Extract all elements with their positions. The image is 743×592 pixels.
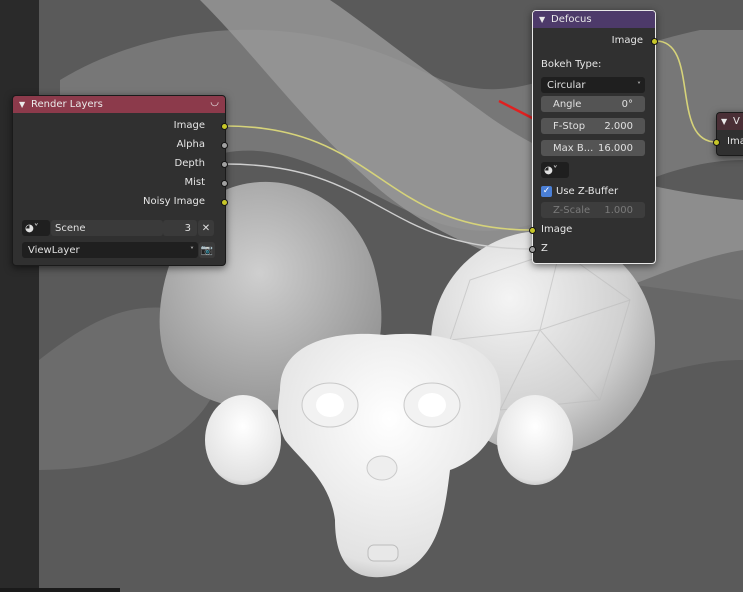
output-depth-label: Depth	[174, 158, 205, 169]
output-depth-row: Depth	[175, 156, 205, 172]
bokeh-type-label-row: Bokeh Type:	[541, 57, 601, 73]
render-layers-title: Render Layers	[31, 99, 103, 110]
angle-value: 0°	[621, 98, 633, 110]
defocus-input-image-socket[interactable]	[529, 227, 536, 234]
fstop-label: F-Stop	[553, 120, 586, 132]
output-mist-socket[interactable]	[221, 180, 228, 187]
fstop-value: 2.000	[604, 120, 633, 132]
viewer-input-image-label: Ima	[727, 136, 743, 147]
viewer-header[interactable]: ▼ V	[717, 113, 743, 130]
output-alpha-label: Alpha	[176, 139, 205, 150]
render-layers-header[interactable]: ▼ Render Layers ◡	[13, 96, 225, 113]
bokeh-type-label: Bokeh Type:	[541, 59, 602, 70]
angle-label: Angle	[553, 98, 582, 110]
scene-name-field[interactable]: Scene	[51, 220, 163, 236]
defocus-input-image-label: Image	[541, 224, 573, 235]
bokeh-type-value: Circular	[547, 79, 586, 91]
viewer-input-image-socket[interactable]	[713, 139, 720, 146]
defocus-input-image-row: Image	[541, 222, 572, 238]
collapse-chevron-icon[interactable]: ▼	[721, 117, 731, 126]
defocus-header[interactable]: ▼ Defocus	[533, 11, 655, 28]
scene-icon: ◕˅	[25, 222, 39, 234]
angle-field[interactable]: Angle 0°	[541, 96, 645, 112]
max-blur-value: 16.000	[598, 142, 633, 154]
use-zbuffer-label: Use Z-Buffer	[556, 185, 619, 197]
view-layer-dropdown[interactable]: ViewLayer ˅	[22, 242, 198, 258]
scene-camera-dropdown[interactable]: ◕˅	[541, 162, 569, 178]
viewer-node[interactable]: ▼ V Ima	[713, 112, 743, 156]
close-icon: ✕	[201, 222, 211, 234]
render-layer-button[interactable]: 📷	[199, 242, 215, 258]
render-icon: 📷	[200, 244, 214, 256]
defocus-input-z-row: Z	[541, 241, 548, 257]
output-noisy-image-socket[interactable]	[221, 199, 228, 206]
render-layers-node[interactable]: ▼ Render Layers ◡ Image Alpha Depth Mist…	[12, 95, 228, 266]
view-layer-name: ViewLayer	[28, 244, 80, 256]
collapse-chevron-icon[interactable]: ▼	[539, 15, 549, 24]
use-zbuffer-checkbox-row[interactable]: ✓ Use Z-Buffer	[541, 183, 618, 199]
max-blur-label: Max B...	[553, 142, 594, 154]
chevron-down-icon: ˅	[637, 80, 641, 90]
defocus-node[interactable]: ▼ Defocus Image Bokeh Type: Circular ˅ A…	[529, 10, 658, 264]
viewer-input-image-row: Ima	[727, 134, 743, 150]
zscale-label: Z-Scale	[553, 204, 591, 216]
fstop-field[interactable]: F-Stop 2.000	[541, 118, 645, 134]
use-zbuffer-checkbox[interactable]: ✓	[541, 185, 552, 197]
scene-users-value: 3	[184, 222, 191, 234]
scene-type-dropdown[interactable]: ◕˅	[22, 220, 50, 236]
scene-icon: ◕˅	[544, 164, 558, 176]
scene-name: Scene	[55, 222, 86, 234]
defocus-title: Defocus	[551, 14, 592, 25]
output-noisy-image-label: Noisy Image	[142, 196, 205, 207]
defocus-input-z-label: Z	[541, 243, 548, 254]
defocus-output-image-row: Image	[612, 33, 643, 49]
defocus-output-image-socket[interactable]	[651, 38, 658, 45]
output-alpha-row: Alpha	[177, 137, 205, 153]
output-image-row: Image	[174, 118, 205, 134]
output-noisy-image-row: Noisy Image	[143, 194, 205, 210]
viewer-title: V	[733, 116, 740, 127]
chevron-down-icon: ˅	[190, 245, 194, 255]
output-depth-socket[interactable]	[221, 161, 228, 168]
preview-toggle-icon[interactable]: ◡	[210, 97, 219, 108]
output-mist-row: Mist	[184, 175, 205, 191]
output-image-label: Image	[173, 120, 205, 131]
bokeh-type-dropdown[interactable]: Circular ˅	[541, 77, 645, 93]
max-blur-field[interactable]: Max B... 16.000	[541, 140, 645, 156]
output-mist-label: Mist	[184, 177, 205, 188]
defocus-output-image-label: Image	[611, 35, 643, 46]
defocus-input-z-socket[interactable]	[529, 246, 536, 253]
collapse-chevron-icon[interactable]: ▼	[19, 100, 29, 109]
output-image-socket[interactable]	[221, 123, 228, 130]
scene-unlink-button[interactable]: ✕	[198, 220, 214, 236]
scene-users-count[interactable]: 3	[163, 220, 197, 236]
zscale-field[interactable]: Z-Scale 1.000	[541, 202, 645, 218]
zscale-value: 1.000	[604, 204, 633, 216]
output-alpha-socket[interactable]	[221, 142, 228, 149]
